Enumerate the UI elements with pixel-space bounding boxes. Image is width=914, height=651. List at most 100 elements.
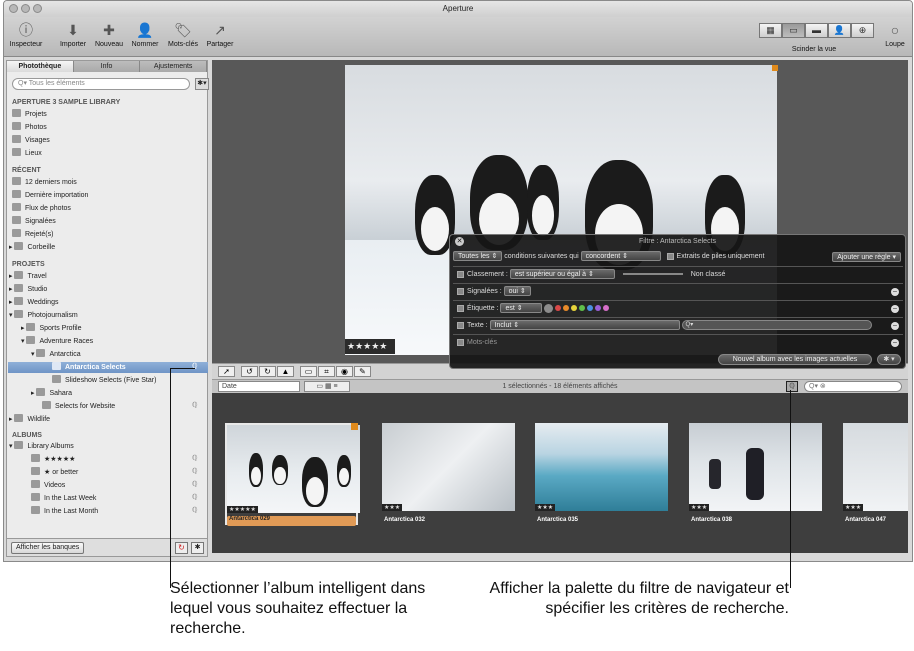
smart-album-search-icon[interactable]: ℚ [192, 493, 198, 501]
close-window-button[interactable] [9, 4, 18, 13]
new-album-button[interactable]: Nouvel album avec les images actuelles [718, 354, 872, 365]
show-vaults-button[interactable]: Afficher les banques [11, 542, 85, 554]
rotate-right-icon[interactable]: ↻ [259, 366, 276, 377]
sidebar-item-five-stars[interactable]: ★★★★★ [31, 454, 75, 465]
text-op-select[interactable]: Inclut ⇕ [489, 320, 680, 331]
remove-rule-icon[interactable]: – [891, 322, 899, 330]
sidebar-item-last-month[interactable]: In the Last Month [31, 506, 98, 517]
share-button[interactable]: ↗ Partager [203, 21, 237, 49]
sidebar-item-slideshow-selects[interactable]: Slideshow Selects (Five Star) [52, 375, 156, 386]
thumbnail[interactable]: ★★★ Antarctica 038 [689, 423, 822, 525]
sidebar-item-faces[interactable]: Visages [12, 135, 50, 146]
lift-tool-icon[interactable]: ▲ [277, 366, 294, 377]
remove-rule-icon[interactable]: – [891, 305, 899, 313]
sidebar-item-weddings[interactable]: ▸ Weddings [9, 297, 58, 308]
sidebar-item-sahara[interactable]: ▸ Sahara [31, 388, 72, 399]
faces-view-button[interactable]: 👤 [828, 23, 851, 38]
sidebar-item-library-albums[interactable]: ▾ Library Albums [9, 441, 74, 452]
add-rule-select[interactable]: Ajouter une règle ▾ [832, 252, 901, 262]
color-swatch[interactable] [595, 305, 602, 312]
sidebar-item-12-months[interactable]: 12 derniers mois [12, 177, 77, 188]
brush-tool-icon[interactable]: ✎ [354, 366, 371, 377]
sidebar-item-studio[interactable]: ▸ Studio [9, 284, 47, 295]
sidebar-item-flagged[interactable]: Signalées [12, 216, 56, 227]
sidebar-item-places[interactable]: Lieux [12, 148, 42, 159]
rotate-left-icon[interactable]: ↺ [241, 366, 258, 377]
browser-view-button[interactable]: ▦ [759, 23, 782, 38]
text-checkbox[interactable] [457, 321, 464, 329]
smart-album-search-icon[interactable]: ℚ [192, 467, 198, 475]
tab-library[interactable]: Photothèque [7, 61, 74, 72]
sidebar-item-rejected[interactable]: Rejeté(s) [12, 229, 53, 240]
sidebar-item-trash[interactable]: ▸ Corbeille [9, 242, 55, 253]
smart-album-search-icon[interactable]: ℚ [192, 480, 198, 488]
new-button[interactable]: ✚ Nouveau [92, 21, 126, 49]
rating-checkbox[interactable] [457, 270, 464, 278]
sidebar-item-antarctica[interactable]: ▾ Antarctica [31, 349, 81, 360]
flagged-select[interactable]: oui ⇕ [503, 286, 531, 297]
color-swatch[interactable] [563, 305, 570, 312]
gear-icon[interactable]: ✱ ▾ [877, 354, 901, 365]
match-select[interactable]: Toutes les ⇕ [453, 251, 503, 262]
keywords-button[interactable]: 🏷 Mots-clés [163, 21, 203, 49]
sidebar-item-selects-website[interactable]: Selects for Website [42, 401, 115, 412]
sidebar-item-travel[interactable]: ▸ Travel [9, 271, 47, 282]
sidebar-item-last-import[interactable]: Dernière importation [12, 190, 88, 201]
keywords-checkbox[interactable] [457, 338, 464, 346]
tab-adjustments[interactable]: Ajustements [140, 61, 208, 72]
label-checkbox[interactable] [457, 304, 464, 312]
thumbnail[interactable]: ★★★★★ Antarctica 029 [225, 423, 360, 526]
color-swatch[interactable] [587, 305, 594, 312]
match-op-select[interactable]: concordent ⇕ [580, 251, 661, 262]
smart-album-search-icon[interactable]: ℚ [192, 401, 198, 409]
sidebar-item-photos[interactable]: Photos [12, 122, 47, 133]
tab-info[interactable]: Info [73, 61, 141, 72]
library-search-input[interactable]: Q▾ Tous les éléments [12, 78, 190, 90]
straighten-tool-icon[interactable]: ▭ [300, 366, 317, 377]
crop-tool-icon[interactable]: ⌗ [318, 366, 335, 377]
remove-rule-icon[interactable]: – [891, 288, 899, 296]
sidebar-item-projects[interactable]: Projets [12, 109, 47, 120]
flagged-checkbox[interactable] [457, 287, 464, 295]
import-button[interactable]: ⬇ Importer [56, 21, 90, 49]
sidebar-item-photo-stream[interactable]: Flux de photos [12, 203, 71, 214]
selection-tool-icon[interactable]: ➚ [218, 366, 235, 377]
color-swatch[interactable] [603, 305, 610, 312]
sidebar-item-photojournalism[interactable]: ▾ Photojournalism [9, 310, 78, 321]
color-swatch[interactable] [544, 303, 554, 313]
sidebar-item-wildlife[interactable]: ▸ Wildlife [9, 414, 50, 425]
color-swatch[interactable] [555, 305, 562, 312]
color-swatch[interactable] [579, 305, 586, 312]
sidebar-item-one-star[interactable]: ★ or better [31, 467, 78, 478]
viewer-button[interactable]: ▬ [805, 23, 828, 38]
rating-op-select[interactable]: est supérieur ou égal à ⇕ [509, 269, 615, 280]
inspector-button[interactable]: ⓘ Inspecteur [8, 21, 44, 48]
rating-slider[interactable] [622, 273, 683, 276]
library-action-button[interactable]: ✱▾ [195, 78, 209, 90]
sidebar-item-last-week[interactable]: In the Last Week [31, 493, 96, 504]
loupe-button[interactable]: ○ Loupe [880, 21, 910, 48]
color-swatch[interactable] [571, 305, 578, 312]
thumbnail[interactable]: ★★★ Antarctica 035 [535, 423, 668, 525]
sidebar-item-adventure-races[interactable]: ▾ Adventure Races [21, 336, 93, 347]
split-view-button[interactable]: ▭ [782, 23, 805, 38]
filter-hud-button[interactable]: ℚ [786, 381, 798, 392]
name-faces-button[interactable]: 👤 Nommer [128, 21, 162, 49]
places-view-button[interactable]: ⊕ [851, 23, 874, 38]
text-search-input[interactable]: Q▾ [681, 320, 872, 331]
remove-rule-icon[interactable]: – [891, 339, 899, 347]
close-icon[interactable]: ✕ [455, 237, 464, 246]
stack-picks-checkbox[interactable] [666, 252, 674, 260]
zoom-window-button[interactable] [33, 4, 42, 13]
sidebar-item-videos[interactable]: Videos [31, 480, 65, 491]
sidebar-item-sports-profile[interactable]: ▸ Sports Profile [21, 323, 82, 334]
smart-album-search-icon[interactable]: ℚ [192, 506, 198, 514]
vault-update-icon[interactable]: ↻ [175, 542, 188, 554]
gear-icon[interactable]: ✱ [191, 542, 204, 554]
browser-search-input[interactable]: Q▾ ⊗ [804, 381, 902, 392]
thumbnail[interactable]: ★★★ Antarctica 032 [382, 423, 515, 525]
minimize-window-button[interactable] [21, 4, 30, 13]
sidebar-item-antarctica-selects[interactable]: Antarctica Selects [52, 362, 126, 373]
label-op-select[interactable]: est ⇕ [500, 303, 543, 314]
smart-album-search-icon[interactable]: ℚ [192, 454, 198, 462]
